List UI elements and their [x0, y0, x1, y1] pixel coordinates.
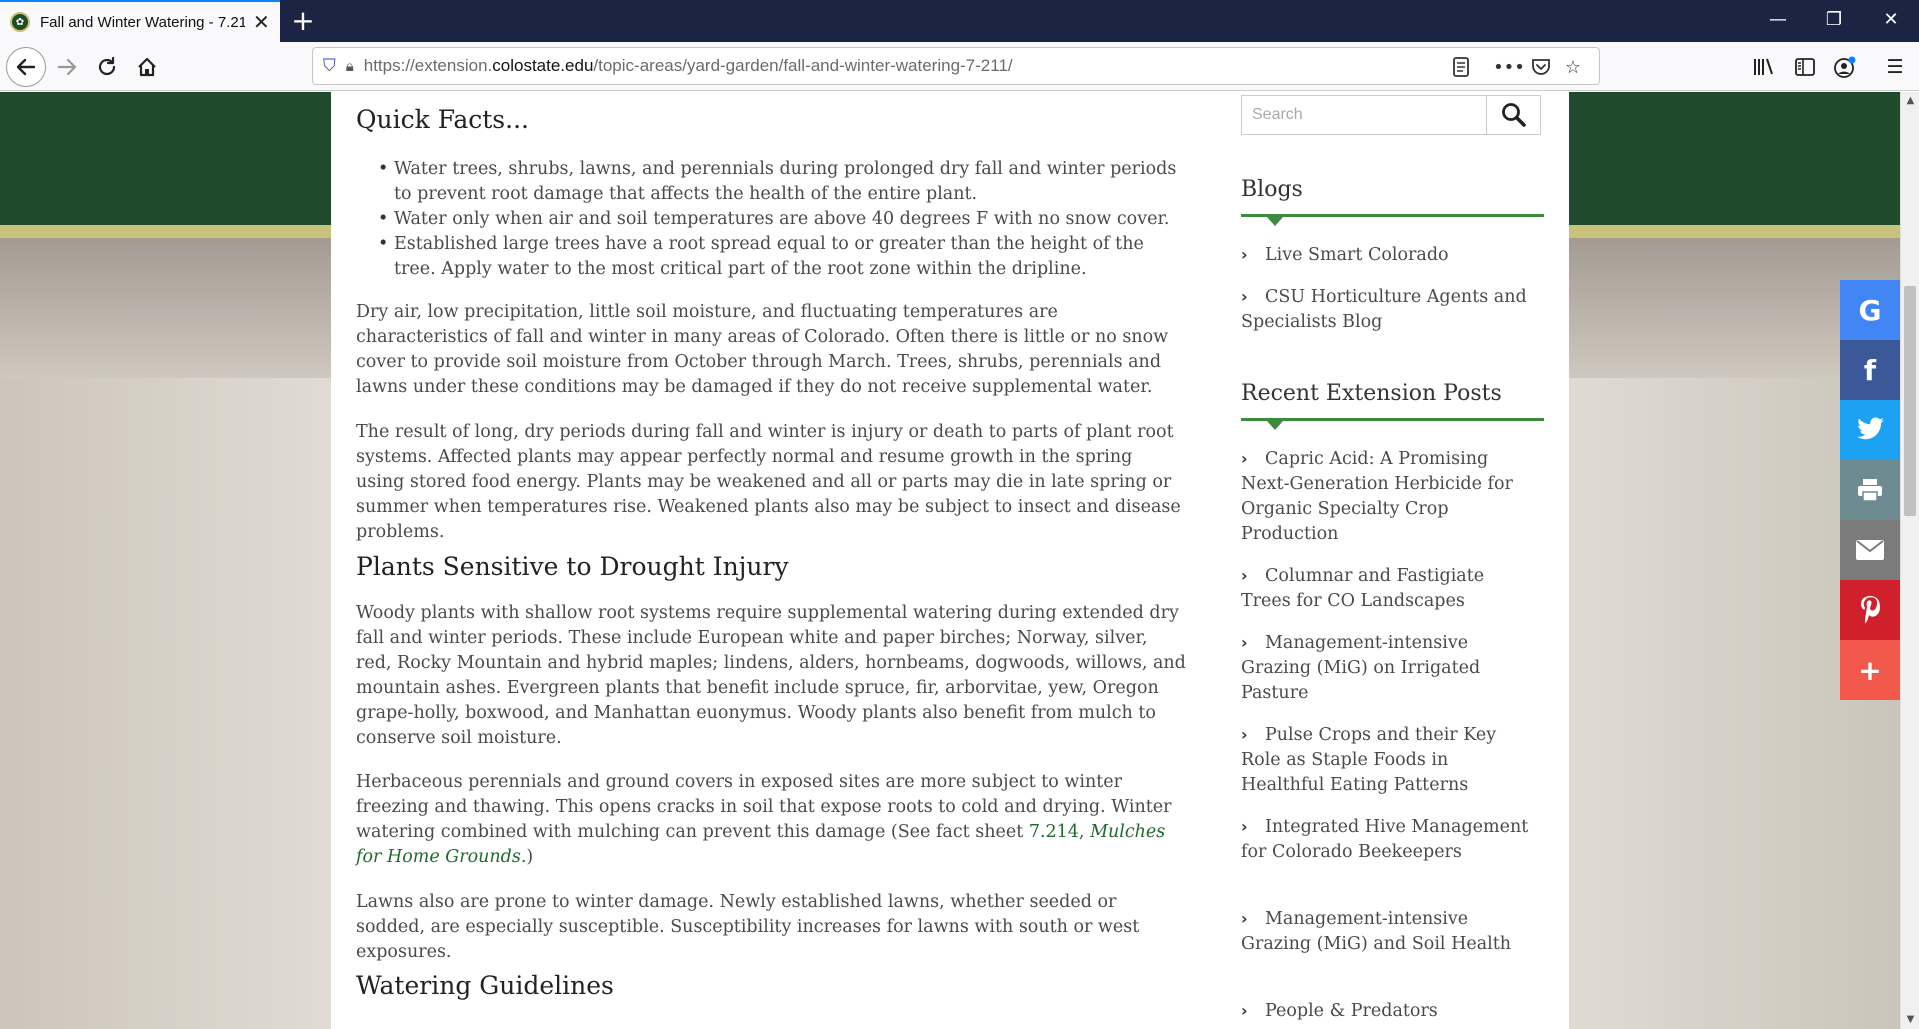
reload-icon: [98, 56, 116, 76]
section-heading-watering: Watering Guidelines: [356, 971, 614, 1000]
quick-facts-heading: Quick Facts...: [356, 105, 529, 134]
printer-icon: [1858, 479, 1882, 502]
share-facebook-button[interactable]: f: [1840, 340, 1900, 400]
page-scrollbar[interactable]: ▲ ▼: [1900, 92, 1919, 1029]
share-email-button[interactable]: [1840, 520, 1900, 580]
back-button[interactable]: [6, 47, 46, 87]
address-bar[interactable]: ⛉ 🔒︎ https://extension.colostate.edu/top…: [312, 47, 1600, 85]
recent-post-link[interactable]: › Pulse Crops and their Key Role as Stapl…: [1241, 722, 1531, 798]
scroll-down-arrow-icon[interactable]: ▼: [1901, 1011, 1919, 1029]
library-icon[interactable]: [1745, 48, 1783, 86]
search-input[interactable]: [1242, 96, 1488, 134]
quick-fact-item: Established large trees have a root spre…: [356, 232, 1186, 282]
paragraph: Woody plants with shallow root systems r…: [356, 603, 1186, 748]
csu-favicon-icon: ✿: [10, 12, 30, 32]
reload-button[interactable]: [88, 48, 126, 86]
reader-view-icon[interactable]: [1445, 54, 1477, 80]
chevron-right-icon: ›: [1241, 449, 1248, 468]
chevron-right-icon: ›: [1241, 817, 1248, 836]
lock-icon[interactable]: 🔒︎: [346, 57, 354, 75]
recent-post-link[interactable]: › Columnar and Fastigiate Trees for CO La…: [1241, 563, 1531, 614]
pinterest-icon: [1861, 596, 1880, 624]
share-more-button[interactable]: +: [1840, 640, 1900, 700]
scrollbar-thumb[interactable]: [1904, 286, 1916, 516]
paragraph: The result of long, dry periods during f…: [356, 422, 1181, 542]
content-panel: Quick Facts... Water trees, shrubs, lawn…: [331, 92, 1569, 1029]
recent-posts-rule: [1241, 418, 1544, 421]
recent-post-link[interactable]: › Management-intensive Grazing (MiG) and …: [1241, 906, 1531, 957]
account-icon[interactable]: [1826, 48, 1864, 86]
recent-posts-heading: Recent Extension Posts: [1241, 381, 1502, 406]
chevron-right-icon: ›: [1241, 1001, 1248, 1020]
sidebar-toggle-icon[interactable]: [1786, 48, 1824, 86]
new-tab-button[interactable]: +: [286, 4, 320, 38]
google-icon: G: [1858, 293, 1882, 327]
share-google-button[interactable]: G: [1840, 280, 1900, 340]
chevron-right-icon: ›: [1241, 909, 1248, 928]
quick-fact-item: Water only when air and soil temperature…: [356, 207, 1186, 232]
forward-arrow-icon: [57, 58, 77, 76]
facebook-icon: f: [1863, 353, 1877, 387]
paragraph: Dry air, low precipitation, little soil …: [356, 302, 1169, 397]
restore-button[interactable]: ❐: [1806, 0, 1862, 42]
blogs-rule: [1241, 214, 1544, 217]
bookmark-star-icon[interactable]: ☆: [1557, 54, 1589, 80]
search-button[interactable]: [1486, 96, 1540, 134]
recent-post-link[interactable]: › Capric Acid: A Promising Next-Generatio…: [1241, 446, 1531, 547]
minimize-button[interactable]: —: [1750, 0, 1806, 42]
fact-sheet-number-link[interactable]: 7.214,: [1029, 822, 1085, 842]
chevron-right-icon: ›: [1241, 566, 1248, 585]
blogs-rule-caret: [1267, 217, 1283, 226]
recent-post-link[interactable]: › Integrated Hive Management for Colorado…: [1241, 814, 1531, 865]
search-icon: [1501, 103, 1526, 127]
blog-link[interactable]: › Live Smart Colorado: [1241, 242, 1531, 268]
tab-strip: ✿ Fall and Winter Watering - 7.211 ✕ + —…: [0, 0, 1919, 42]
scroll-up-arrow-icon[interactable]: ▲: [1901, 92, 1919, 110]
tab-close-icon[interactable]: ✕: [253, 10, 270, 34]
envelope-icon: [1856, 540, 1884, 560]
tab-title: Fall and Winter Watering - 7.211: [40, 13, 245, 31]
twitter-icon: [1857, 417, 1884, 440]
browser-tab-active[interactable]: ✿ Fall and Winter Watering - 7.211 ✕: [0, 0, 280, 42]
share-pinterest-button[interactable]: [1840, 580, 1900, 640]
close-window-button[interactable]: ✕: [1863, 0, 1919, 42]
home-button[interactable]: [128, 48, 166, 86]
paragraph: Herbaceous perennials and ground covers …: [356, 772, 1172, 867]
chevron-right-icon: ›: [1241, 633, 1248, 652]
navigation-toolbar: ⛉ 🔒︎ https://extension.colostate.edu/top…: [0, 42, 1919, 91]
blogs-heading: Blogs: [1241, 177, 1303, 202]
forward-button[interactable]: [48, 48, 86, 86]
search-form: [1241, 95, 1541, 135]
recent-posts-rule-caret: [1267, 421, 1283, 430]
chevron-right-icon: ›: [1241, 245, 1248, 264]
quick-fact-item: Water trees, shrubs, lawns, and perennia…: [356, 157, 1186, 207]
recent-post-link[interactable]: › Management-intensive Grazing (MiG) on I…: [1241, 630, 1531, 706]
page-actions-menu-icon[interactable]: •••: [1493, 54, 1525, 80]
plus-icon: +: [1858, 653, 1882, 687]
share-print-button[interactable]: [1840, 460, 1900, 520]
page-viewport: Quick Facts... Water trees, shrubs, lawn…: [0, 92, 1900, 1029]
blog-link[interactable]: › CSU Horticulture Agents and Specialists…: [1241, 284, 1531, 335]
recent-post-link[interactable]: › People & Predators: [1241, 998, 1531, 1024]
share-twitter-button[interactable]: [1840, 400, 1900, 460]
url-text[interactable]: https://extension.colostate.edu/topic-ar…: [364, 56, 1013, 76]
section-heading-drought: Plants Sensitive to Drought Injury: [356, 552, 789, 581]
pocket-icon[interactable]: [1525, 54, 1557, 80]
chevron-right-icon: ›: [1241, 725, 1248, 744]
quick-facts-list: Water trees, shrubs, lawns, and perennia…: [356, 157, 1186, 282]
home-icon: [138, 57, 156, 77]
back-arrow-icon: [16, 58, 36, 76]
tracking-protection-shield-icon[interactable]: ⛉: [323, 56, 336, 76]
chevron-right-icon: ›: [1241, 287, 1248, 306]
hamburger-menu-icon[interactable]: ☰: [1876, 48, 1914, 86]
paragraph: Lawns also are prone to winter damage. N…: [356, 892, 1140, 962]
